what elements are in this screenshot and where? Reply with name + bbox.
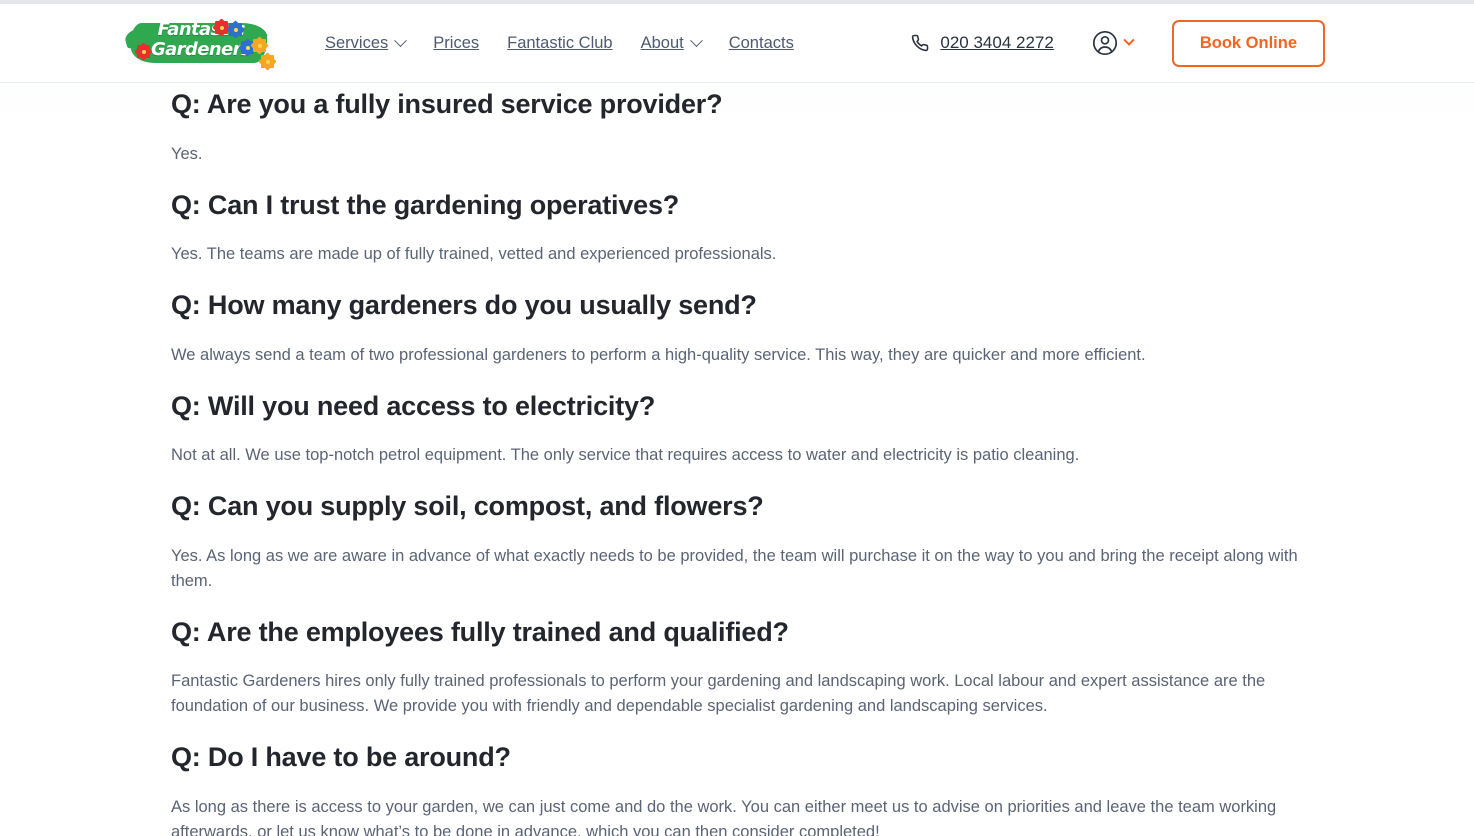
nav-item-label: Contacts — [728, 33, 794, 52]
page-scroll-area: Reading, Guildford, Slough, Hemel Hempst… — [0, 4, 1474, 836]
faq-answer: Fantastic Gardeners hires only fully tra… — [171, 672, 1266, 716]
faq-item: Q: Are you a fully insured service provi… — [171, 87, 1307, 167]
chevron-down-icon — [394, 33, 408, 47]
flower-red-icon — [134, 42, 153, 61]
flower-red-2-icon — [212, 18, 231, 37]
faq-item: Q: Will you need access to electricity? N… — [171, 389, 1307, 469]
nav-item-services[interactable]: Services — [325, 33, 408, 53]
flower-orange-icon — [250, 36, 269, 55]
faq-content: Reading, Guildford, Slough, Hemel Hempst… — [167, 4, 1307, 836]
logo-line-1: Fantastic — [157, 19, 245, 40]
phone-number: 020 3404 2272 — [940, 33, 1054, 52]
faq-item: Q: Can you supply soil, compost, and flo… — [171, 489, 1307, 594]
faq-answer: Yes. The teams are made up of fully trai… — [171, 245, 777, 264]
faq-question: Q: Will you need access to electricity? — [171, 390, 656, 421]
header-inner: Fantastic Gardeners Services Prices Fantas… — [123, 17, 1325, 71]
faq-answer: We always send a team of two professiona… — [171, 345, 1146, 364]
faq-question: Q: Are the employees fully trained and q… — [171, 616, 789, 647]
faq-answer: As long as there is access to your garde… — [171, 797, 1277, 836]
account-menu[interactable] — [1092, 30, 1135, 56]
nav-item-label: Services — [325, 33, 389, 52]
faq-item: Q: How many gardeners do you usually sen… — [171, 288, 1307, 368]
faq-answer: Yes. — [171, 144, 203, 163]
site-header: Fantastic Gardeners Services Prices Fantas… — [0, 4, 1474, 83]
faq-question: Q: How many gardeners do you usually sen… — [171, 290, 757, 321]
nav-item-label: Fantastic Club — [507, 33, 613, 52]
faq-item: Q: Can I trust the gardening operatives?… — [171, 188, 1307, 268]
book-online-button[interactable]: Book Online — [1171, 19, 1325, 67]
faq-list: Q: Are you a fully insured service provi… — [171, 87, 1307, 836]
header-right-cluster: 020 3404 2272 Book Online — [911, 19, 1325, 67]
faq-answer: Yes. As long as we are aware in advance … — [171, 546, 1298, 590]
faq-question: Q: Do I have to be around? — [171, 742, 511, 773]
faq-question: Q: Can I trust the gardening operatives? — [171, 189, 680, 220]
phone-link[interactable]: 020 3404 2272 — [911, 33, 1054, 53]
nav-item-prices[interactable]: Prices — [433, 34, 479, 53]
nav-item-contacts[interactable]: Contacts — [729, 34, 794, 53]
nav-item-about[interactable]: About — [640, 33, 703, 53]
nav-item-label: About — [640, 33, 684, 52]
flower-blue-icon — [226, 20, 245, 39]
site-logo[interactable]: Fantastic Gardeners — [123, 17, 277, 71]
faq-question: Q: Can you supply soil, compost, and flo… — [171, 491, 764, 522]
chevron-down-icon — [1123, 34, 1135, 46]
faq-item: Q: Are the employees fully trained and q… — [171, 615, 1307, 720]
flower-orange-2-icon — [258, 52, 277, 71]
faq-question: Q: Are you a fully insured service provi… — [171, 89, 723, 119]
faq-answer: Not at all. We use top-notch petrol equi… — [171, 446, 1080, 465]
account-icon — [1092, 30, 1118, 56]
nav-item-label: Prices — [433, 33, 480, 52]
nav-item-fantastic-club[interactable]: Fantastic Club — [507, 34, 612, 53]
chevron-down-icon — [689, 33, 703, 47]
phone-icon — [911, 34, 929, 52]
faq-item: Q: Do I have to be around? As long as the… — [171, 740, 1307, 836]
main-navigation: Services Prices Fantastic Club About Contact… — [325, 34, 794, 53]
